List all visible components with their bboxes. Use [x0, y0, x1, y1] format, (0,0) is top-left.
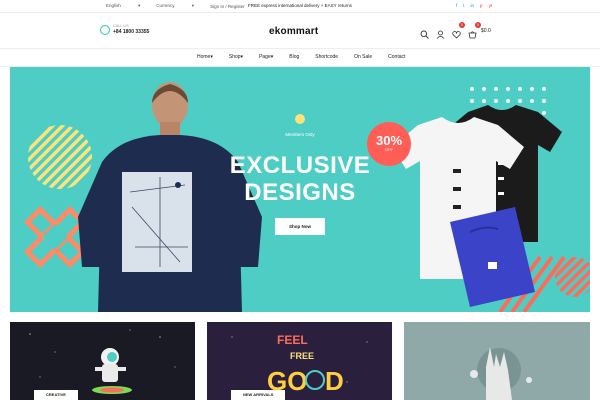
discount-badge: 30% OFF	[367, 122, 411, 166]
language-label: English	[106, 3, 121, 8]
wishlist-icon[interactable]: 0	[452, 22, 465, 39]
currency-label: Currency	[156, 3, 175, 8]
youtube-icon[interactable]: yt	[489, 3, 493, 8]
header-actions: 0 0 $0.0	[420, 22, 491, 39]
main-nav: Home▾ Shop▾ Page▾ Blog Shortcode On Sale…	[0, 49, 600, 67]
language-select[interactable]: English ▾	[106, 3, 140, 9]
nav-label: Home	[197, 54, 211, 60]
headphones-icon	[100, 24, 110, 35]
nav-item-on-sale[interactable]: On Sale	[354, 54, 372, 60]
call-us: CALL US +84 1800 33355	[100, 24, 149, 35]
instagram-icon[interactable]: in	[471, 3, 475, 8]
wishlist-count: 0	[459, 22, 465, 28]
card-tag-creative: CREATIVE	[34, 390, 78, 400]
nav-item-contact[interactable]: Contact	[388, 54, 405, 60]
hero-subtitle: Members Only	[285, 132, 315, 137]
card-rock[interactable]	[404, 322, 590, 400]
hero-banner: Members Only EXCLUSIVE DESIGNS Shop Now …	[10, 67, 590, 312]
card-creative[interactable]: CREATIVE	[10, 322, 195, 400]
nav-label: Shop	[228, 54, 241, 60]
top-bar-left: English ▾ Currency ▾ Sign In / Register	[106, 3, 261, 9]
pinterest-icon[interactable]: p	[480, 3, 483, 8]
shop-now-button[interactable]: Shop Now	[275, 218, 325, 235]
social-links: f t in p yt	[450, 3, 492, 8]
site-logo[interactable]: ekommart	[269, 26, 318, 37]
hero-title-line1: EXCLUSIVE	[229, 152, 371, 179]
nav-item-home[interactable]: Home▾	[197, 54, 213, 60]
main-header: CALL US +84 1800 33355 ekommart 0 0 $0.0	[0, 13, 600, 49]
sign-in-link[interactable]: Sign In / Register	[210, 4, 245, 9]
cart-icon[interactable]: 0	[468, 22, 481, 39]
discount-percent: 30%	[375, 133, 403, 148]
hero-title: EXCLUSIVE DESIGNS	[10, 152, 590, 206]
rock-hand-illustration	[470, 347, 532, 400]
top-bar: English ▾ Currency ▾ Sign In / Register …	[0, 0, 600, 13]
discount-label: OFF	[385, 147, 393, 152]
delivery-notice: FREE express international delivery + EA…	[248, 3, 352, 8]
account-icon[interactable]	[436, 26, 445, 39]
category-cards: CREATIVE FEEL FREE GO D NEW ARRIVALS	[10, 322, 590, 400]
card-new-arrivals[interactable]: FEEL FREE GO D NEW ARRIVALS	[207, 322, 392, 400]
twitter-icon[interactable]: t	[463, 3, 464, 8]
astronaut-illustration	[29, 329, 176, 394]
nav-item-shop[interactable]: Shop▾	[229, 54, 243, 60]
nav-item-blog[interactable]: Blog	[289, 54, 299, 60]
hero-title-line2: DESIGNS	[244, 179, 356, 206]
phone-number[interactable]: +84 1800 33355	[113, 29, 149, 35]
cart-total[interactable]: $0.0	[481, 28, 491, 34]
svg-text:D: D	[325, 366, 344, 396]
facebook-icon[interactable]: f	[456, 3, 457, 8]
nav-item-page[interactable]: Page▾	[259, 54, 273, 60]
nav-label: Page	[259, 54, 271, 60]
card-tag-new-arrivals: NEW ARRIVALS	[231, 390, 286, 400]
svg-text:FREE: FREE	[290, 351, 314, 361]
good-typography-illustration: FEEL FREE GO D	[231, 333, 368, 396]
cart-count: 0	[475, 22, 481, 28]
search-icon[interactable]	[420, 26, 429, 39]
nav-item-shortcode[interactable]: Shortcode	[315, 54, 338, 60]
currency-select[interactable]: Currency ▾	[156, 3, 194, 9]
svg-text:FEEL: FEEL	[277, 333, 308, 347]
